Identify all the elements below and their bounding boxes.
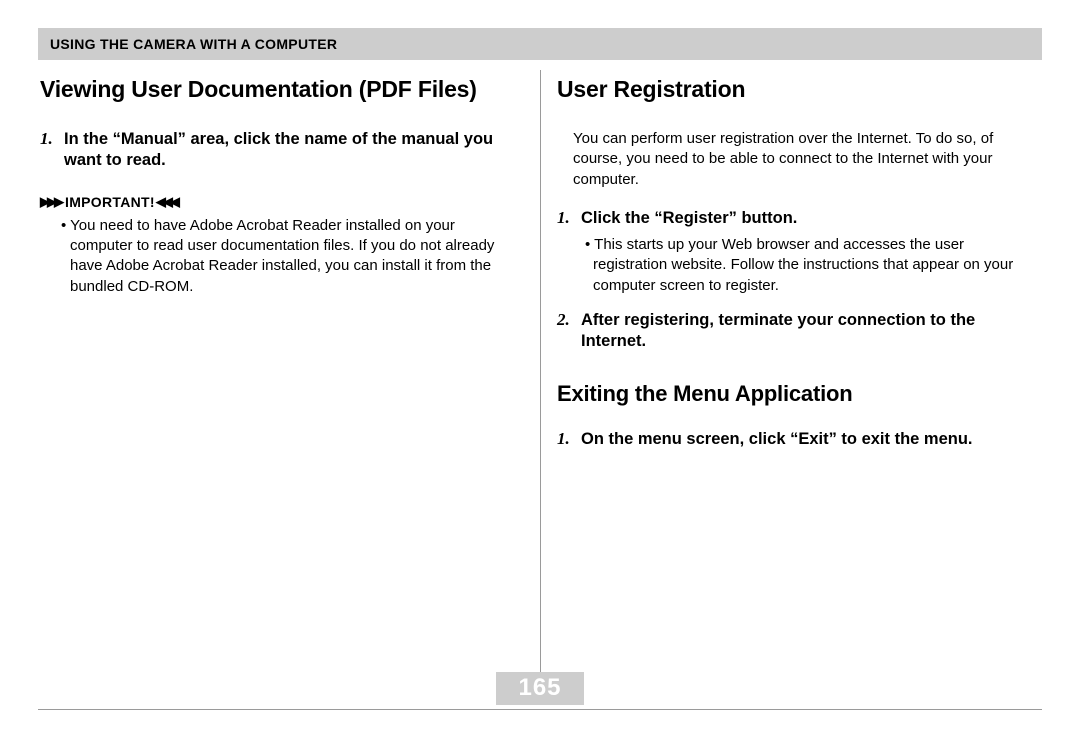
content-columns: Viewing User Documentation (PDF Files) 1…: [38, 68, 1042, 460]
important-label: IMPORTANT!: [65, 194, 155, 210]
important-arrows-left-icon: ◀◀◀: [156, 195, 177, 208]
page-number-wrap: 165: [38, 672, 1042, 705]
step-text: Click the “Register” button.: [581, 208, 1030, 229]
step-number: 1.: [557, 208, 581, 296]
important-arrows-right-icon: ▶▶▶: [40, 195, 61, 208]
right-column: User Registration You can perform user r…: [535, 68, 1042, 460]
step-body: After registering, terminate your connec…: [581, 310, 1030, 353]
right-step-1: 1. Click the “Register” button. This sta…: [557, 208, 1030, 296]
page-number: 165: [496, 672, 583, 705]
exit-step-1: 1. On the menu screen, click “Exit” to e…: [557, 429, 1030, 450]
page-footer: 165: [38, 672, 1042, 710]
section-header-title: USING THE CAMERA WITH A COMPUTER: [50, 36, 1030, 52]
step-text: After registering, terminate your connec…: [581, 310, 1030, 353]
important-text: You need to have Adobe Acrobat Reader in…: [70, 216, 513, 297]
important-block: ▶▶▶ IMPORTANT! ◀◀◀ You need to have Adob…: [40, 194, 513, 297]
step-number: 2.: [557, 310, 581, 353]
step-text: On the menu screen, click “Exit” to exit…: [581, 429, 1030, 450]
step-number: 1.: [557, 429, 581, 450]
left-step-1: 1. In the “Manual” area, click the name …: [40, 129, 513, 172]
step-number: 1.: [40, 129, 64, 172]
left-column: Viewing User Documentation (PDF Files) 1…: [38, 68, 535, 460]
right-title-2: Exiting the Menu Application: [557, 381, 1030, 407]
step-body: Click the “Register” button. This starts…: [581, 208, 1030, 296]
step-body: On the menu screen, click “Exit” to exit…: [581, 429, 1030, 450]
step-subtext: This starts up your Web browser and acce…: [593, 235, 1030, 296]
step-text: In the “Manual” area, click the name of …: [64, 129, 513, 172]
left-title: Viewing User Documentation (PDF Files): [40, 76, 513, 103]
right-title-1: User Registration: [557, 76, 1030, 103]
section-header-bar: USING THE CAMERA WITH A COMPUTER: [38, 28, 1042, 60]
important-header: ▶▶▶ IMPORTANT! ◀◀◀: [40, 194, 513, 210]
step-body: In the “Manual” area, click the name of …: [64, 129, 513, 172]
footer-rule: [38, 709, 1042, 710]
right-intro: You can perform user registration over t…: [573, 129, 1030, 190]
right-step-2: 2. After registering, terminate your con…: [557, 310, 1030, 353]
